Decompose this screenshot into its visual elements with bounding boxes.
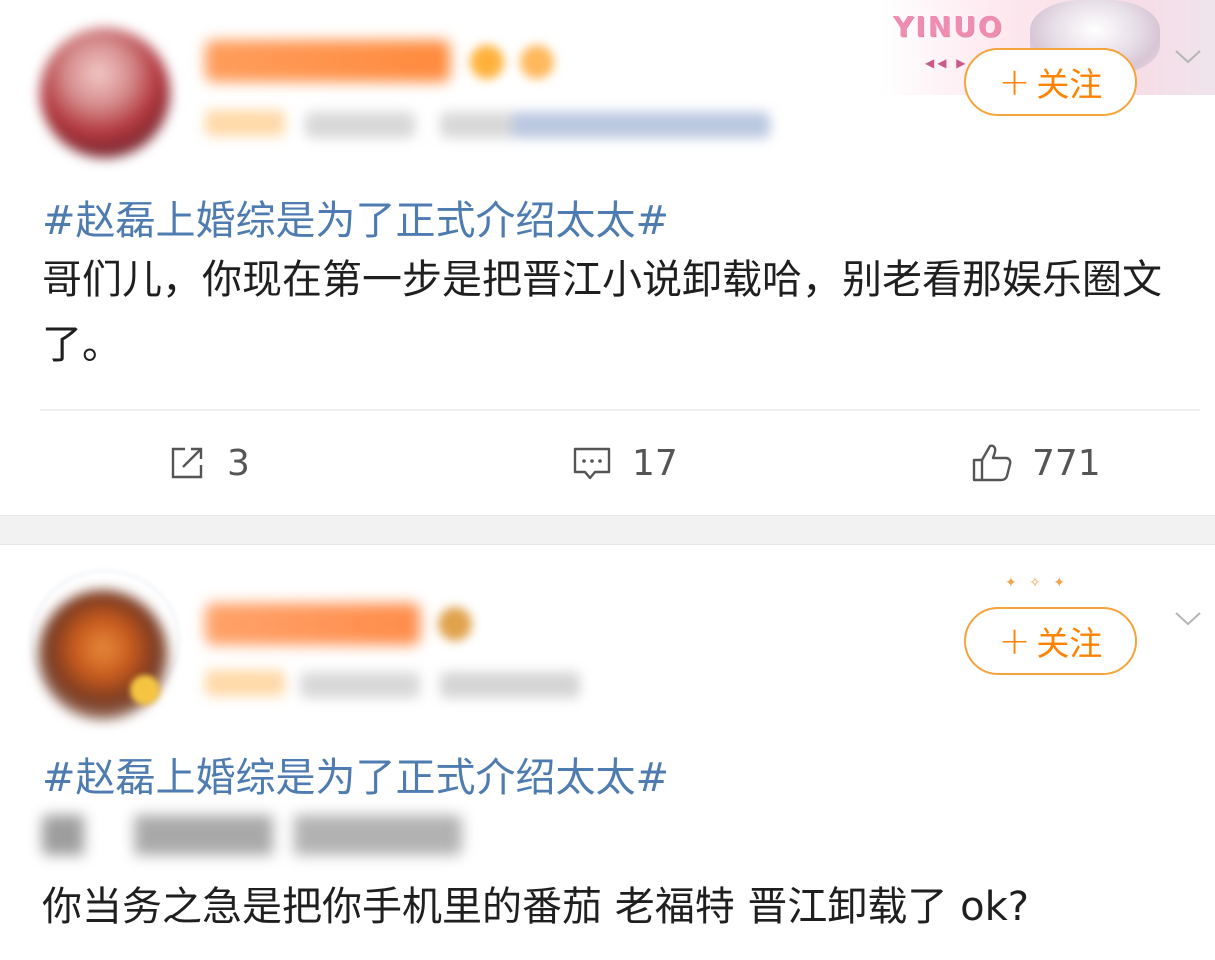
avatar[interactable] [40,28,170,158]
card-decoration-arrows: ◀◀ ▶ [925,56,969,70]
post-body-text: 哥们儿，你现在第一步是把晋江小说卸载哈，别老看那娱乐圈文了。 [42,257,1162,368]
comment-button[interactable]: 17 [570,438,678,488]
user-level-blurred [205,670,285,696]
follow-button-label: 关注 [1036,624,1103,663]
user-badge-icon [470,45,504,79]
weibo-post-1: YINUO ◀◀ ▶ + 关注 #赵磊上婚综是为了正式介绍太太# 哥们儿，你现在… [0,0,1215,515]
share-count: 3 [227,442,250,484]
divider [40,409,1200,411]
chevron-down-icon[interactable] [1172,40,1204,72]
weibo-post-2: + 关注 #赵磊上婚综是为了正式介绍太太# 你当务之急是把你手机里的番茄 老福特… [0,545,1215,960]
topic-hashtag-link[interactable]: #赵磊上婚综是为了正式介绍太太# [42,188,669,246]
share-icon [171,447,203,479]
verified-badge-icon [130,675,160,705]
username-blurred[interactable] [205,603,420,645]
post-time-blurred [300,672,420,698]
like-icon [972,444,1012,482]
user-level-blurred [205,110,285,136]
card-decoration-sparkles: ✦ ✧ ✦ [1005,575,1070,591]
user-badge-icon [520,45,554,79]
username-blurred[interactable] [205,40,450,82]
chevron-down-icon[interactable] [1172,602,1204,634]
share-button[interactable]: 3 [165,438,250,488]
plus-icon: + [998,60,1031,104]
comment-count: 17 [632,442,678,484]
user-badge-icon [438,607,472,641]
topic-hashtag-link[interactable]: #赵磊上婚综是为了正式介绍太太# [42,745,669,803]
follow-button[interactable]: + 关注 [964,607,1137,675]
card-decoration-text: YINUO [893,10,1004,43]
post-time-blurred [305,112,415,138]
follow-button-label: 关注 [1036,65,1103,104]
post-source-blurred [440,672,580,698]
post-source-blurred [440,112,770,138]
post-body-text: 你当务之急是把你手机里的番茄 老福特 晋江卸载了 ok? [42,884,1030,930]
post-separator [0,515,1215,545]
plus-icon: + [998,619,1031,663]
like-button[interactable]: 771 [970,438,1101,488]
post-body-blurred-line [42,815,462,855]
comment-icon [573,447,611,480]
follow-button[interactable]: + 关注 [964,48,1137,116]
like-count: 771 [1032,442,1101,484]
